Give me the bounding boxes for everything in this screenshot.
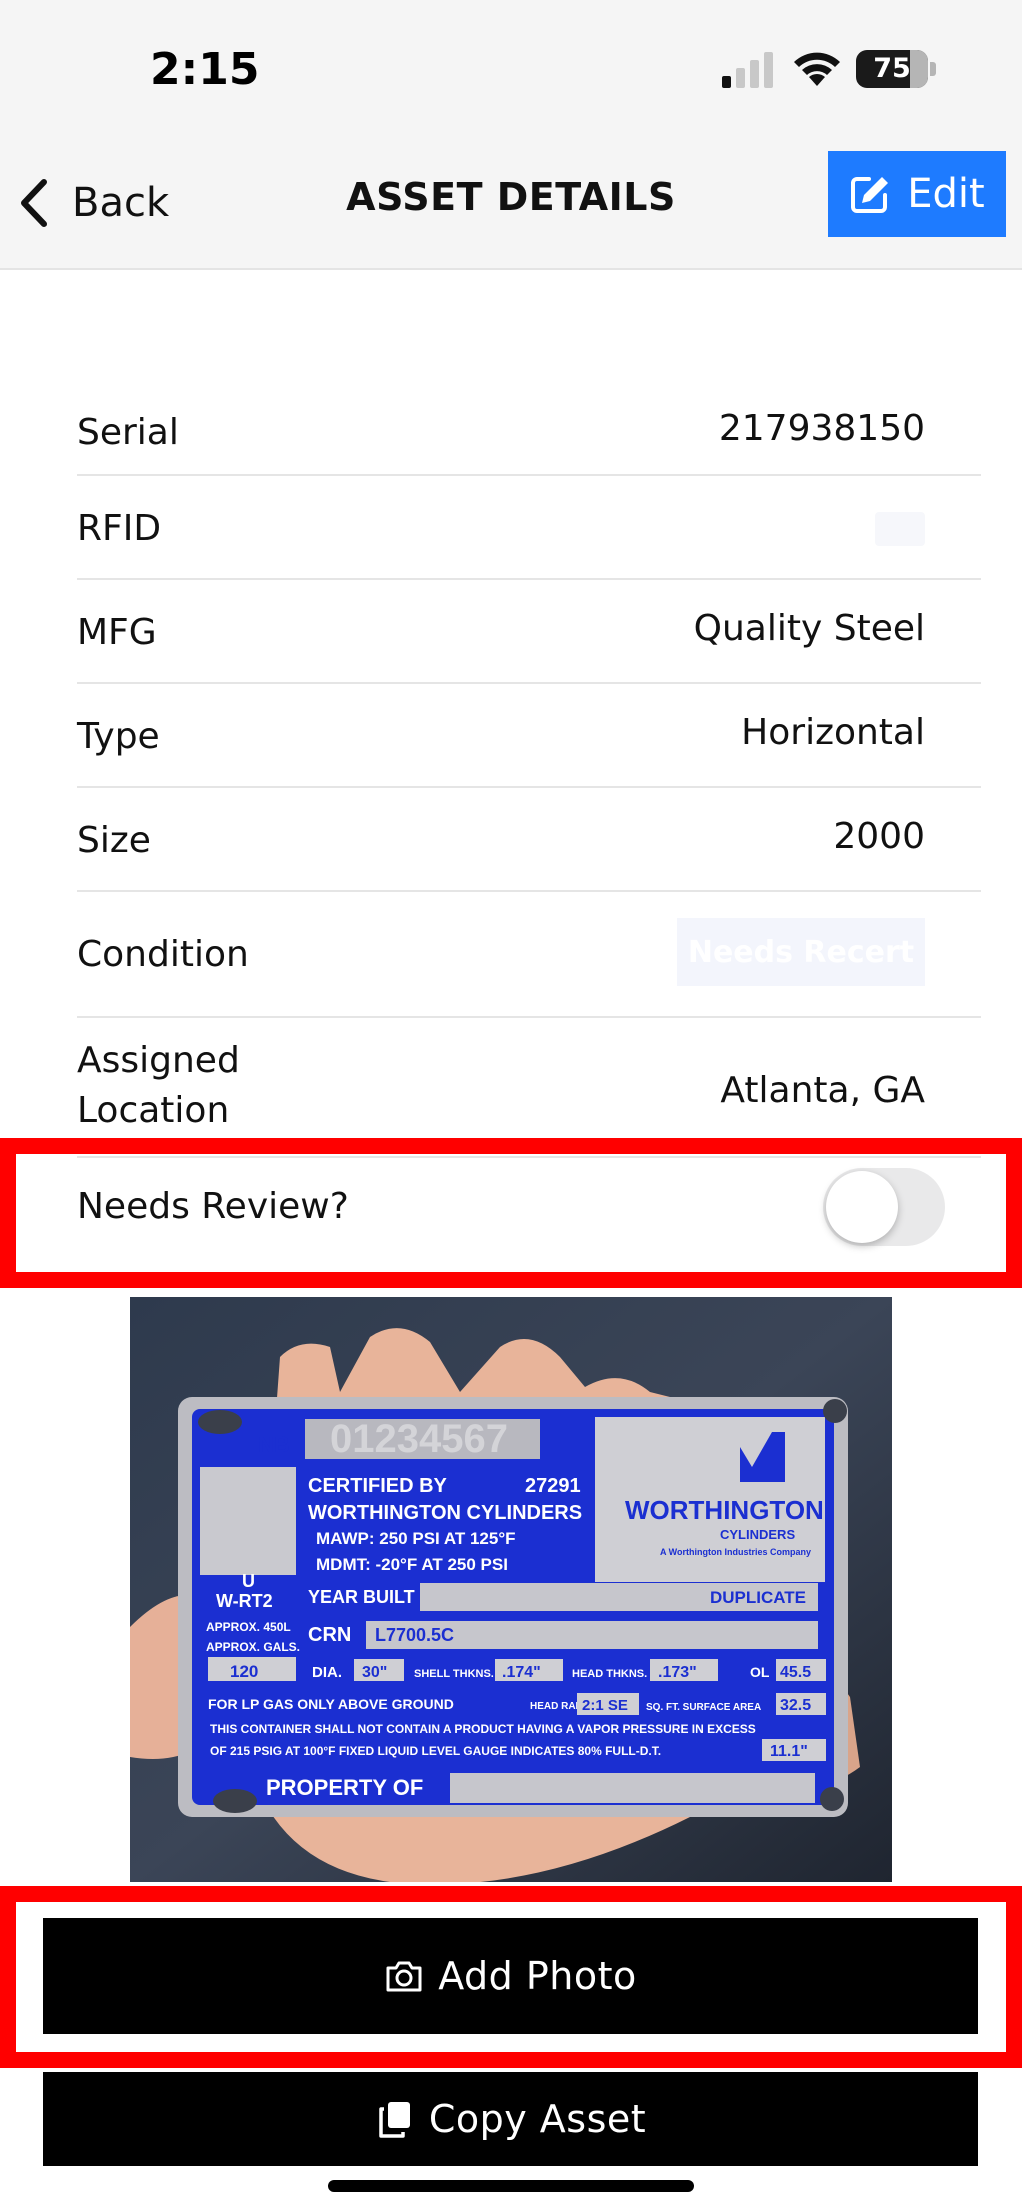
plate-surface-value: 32.5 [780,1697,811,1714]
plate-warning-2: OF 215 PSIG AT 100°F FIXED LIQUID LEVEL … [210,1744,661,1758]
plate-shell-label: SHELL THKNS. [414,1668,494,1680]
detail-label: Size [77,820,151,861]
edit-label: Edit [907,171,985,217]
asset-photo: NB 01234567 CERTIFIED BY 27291 WORTHINGT… [130,1297,892,1882]
status-bar: 2:15 75 [0,0,1022,130]
plate-model: W-RT2 [216,1591,273,1611]
edit-button[interactable]: Edit [828,151,1006,237]
plate-lp-gas: FOR LP GAS ONLY ABOVE GROUND [208,1696,454,1712]
plate-warning-1: THIS CONTAINER SHALL NOT CONTAIN A PRODU… [210,1722,756,1736]
plate-surface-label: SQ. FT. SURFACE AREA [646,1702,761,1713]
plate-company: WORTHINGTON CYLINDERS [308,1502,582,1524]
plate-approx-gals: APPROX. GALS. [206,1640,300,1654]
brand-tagline: A Worthington Industries Company [660,1547,811,1557]
needs-review-label: Needs Review? [77,1186,349,1227]
detail-row-mfg: MFG Quality Steel [77,580,981,684]
plate-approx-l: APPROX. 450L [206,1620,291,1634]
detail-row-location: Assigned Location Atlanta, GA [77,1018,981,1158]
plate-head-rad-value: 2:1 SE [582,1697,628,1714]
plate-head-value: .173" [658,1664,697,1681]
plate-cert-number: 27291 [525,1475,581,1497]
detail-label: Type [77,716,160,757]
rfid-value [875,512,925,546]
plate-certified-by: CERTIFIED BY [308,1475,448,1497]
detail-value: 2000 [833,816,925,857]
condition-badge: Needs Recert [677,918,925,986]
plate-shell-value: .174" [502,1664,541,1681]
camera-icon [386,1961,422,1992]
plate-ol-label: OL [750,1664,770,1680]
battery-cap [930,62,936,76]
status-time: 2:15 [150,44,260,95]
plate-duplicate: DUPLICATE [710,1588,806,1607]
battery-icon: 75 [856,50,928,88]
asset-photo-image: NB 01234567 CERTIFIED BY 27291 WORTHINGT… [130,1297,892,1882]
battery-percent: 75 [873,53,911,84]
nb-mark: NB [258,1432,290,1457]
detail-row-size: Size 2000 [77,788,981,892]
pencil-square-icon [851,177,889,213]
needs-review-toggle[interactable] [823,1168,945,1246]
detail-row-serial: Serial 217938150 [77,388,981,476]
back-label: Back [72,180,170,226]
serial-stamp: 01234567 [330,1417,508,1461]
copy-asset-label: Copy Asset [428,2097,647,2141]
detail-row-rfid: RFID [77,476,981,580]
detail-label: RFID [77,508,162,549]
plate-property-of: PROPERTY OF [266,1775,423,1800]
plate-dia-label: DIA. [312,1664,342,1681]
plate-gals-value: 120 [230,1662,258,1681]
plate-crn-label: CRN [308,1624,351,1646]
plate-head-label: HEAD THKNS. [572,1668,647,1680]
copy-icon [379,2102,410,2138]
plate-dia-value: 30" [362,1664,387,1681]
home-indicator [328,2180,694,2192]
detail-row-type: Type Horizontal [77,684,981,788]
plate-year-built: YEAR BUILT [308,1587,415,1607]
detail-label: Assigned Location [77,1040,240,1131]
toggle-knob [826,1171,898,1243]
detail-value: Atlanta, GA [720,1070,925,1111]
detail-label: Condition [77,934,249,975]
copy-asset-button[interactable]: Copy Asset [43,2072,978,2166]
plate-u-mark: U [242,1571,255,1591]
brand-name: WORTHINGTON [625,1495,824,1525]
detail-label: Serial [77,412,179,453]
detail-row-condition: Condition Needs Recert [77,892,981,1018]
detail-value: 217938150 [718,408,925,449]
needs-review-row: Needs Review? [0,1138,1022,1288]
plate-mdmt: MDMT: -20°F AT 250 PSI [316,1555,508,1574]
plate-crn-value: L7700.5C [375,1625,454,1645]
nav-bar: Back ASSET DETAILS Edit [0,130,1022,270]
cellular-signal-icon [722,52,774,88]
page-title: ASSET DETAILS [346,175,676,219]
wifi-icon [794,52,840,86]
plate-gauge-value: 11.1" [770,1743,808,1760]
chevron-left-icon [21,179,47,227]
detail-label: MFG [77,612,157,653]
plate-mawp: MAWP: 250 PSI AT 125°F [316,1529,516,1548]
add-photo-label: Add Photo [438,1954,637,1998]
back-button[interactable]: Back [16,168,169,238]
plate-ol-value: 45.5 [780,1664,811,1681]
brand-sub: CYLINDERS [720,1527,795,1542]
detail-value: Quality Steel [693,608,925,649]
add-photo-button[interactable]: Add Photo [43,1918,978,2034]
detail-value: Horizontal [741,712,925,753]
